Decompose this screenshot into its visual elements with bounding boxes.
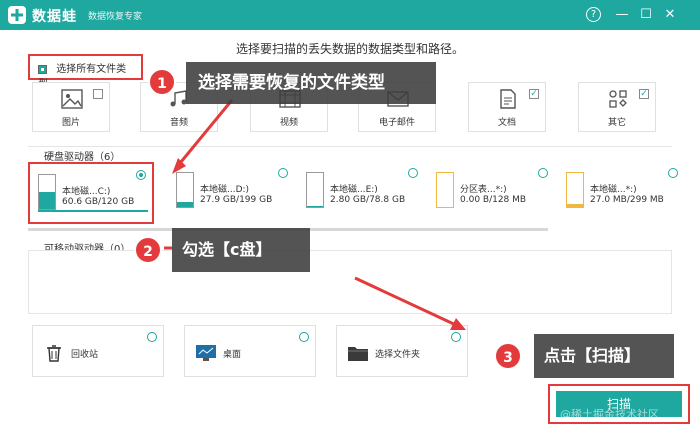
- folder-icon: [348, 347, 368, 361]
- file-type-card-image[interactable]: 图片: [32, 82, 110, 132]
- location-radio[interactable]: [299, 332, 309, 342]
- file-type-checkbox[interactable]: [93, 89, 103, 99]
- drive-size: 60.6 GB/120 GB: [62, 197, 135, 207]
- image-icon: [61, 89, 83, 109]
- divider: [28, 146, 672, 147]
- removable-drive-list: [28, 250, 672, 314]
- app-name: 数据蛙: [32, 9, 77, 25]
- drive-radio[interactable]: [408, 168, 418, 178]
- desktop-icon: [196, 345, 216, 361]
- step2-badge: 2: [134, 236, 162, 264]
- close-button[interactable]: ✕: [660, 5, 680, 25]
- drive-size: 0.00 B/128 MB: [460, 195, 527, 205]
- file-type-card-document[interactable]: 文档 ✓: [468, 82, 546, 132]
- file-type-label: 音频: [169, 118, 188, 128]
- hdd-section-label: 硬盘驱动器（6）: [44, 152, 121, 163]
- location-label: 桌面: [223, 350, 242, 360]
- step3-badge: 3: [494, 342, 522, 370]
- select-all-file-types[interactable]: 选择所有文件类型: [28, 54, 143, 90]
- step1-badge: 1: [148, 68, 176, 96]
- location-desktop[interactable]: 桌面: [184, 325, 316, 377]
- drive-name: 本地磁...E:): [330, 185, 378, 195]
- drive-icon: [176, 172, 194, 208]
- drive-d[interactable]: 本地磁...D:) 27.9 GB/199 GB: [168, 162, 294, 224]
- drive-radio[interactable]: [538, 168, 548, 178]
- file-type-label: 图片: [61, 118, 80, 128]
- other-icon: [609, 90, 627, 108]
- file-type-checkbox[interactable]: ✓: [529, 89, 539, 99]
- file-type-label: 电子邮件: [378, 118, 415, 128]
- select-all-checkbox[interactable]: [38, 64, 47, 74]
- drive-icon: [38, 174, 56, 210]
- drive-local-unknown[interactable]: 本地磁...*:) 27.0 MB/299 MB: [558, 162, 684, 224]
- drive-radio[interactable]: [278, 168, 288, 178]
- maximize-button[interactable]: ☐: [636, 5, 656, 25]
- file-type-label: 文档: [497, 118, 516, 128]
- drive-size: 27.0 MB/299 MB: [590, 195, 664, 205]
- title-bar: 数据蛙 数据恢复专家 ? — ☐ ✕: [0, 0, 700, 30]
- location-radio[interactable]: [451, 332, 461, 342]
- document-icon: [500, 89, 516, 109]
- location-select-folder[interactable]: 选择文件夹: [336, 325, 468, 377]
- help-button[interactable]: ?: [586, 7, 601, 22]
- drive-icon: [306, 172, 324, 208]
- location-label: 选择文件夹: [375, 350, 421, 360]
- step1-callout: 选择需要恢复的文件类型: [186, 62, 436, 104]
- drive-size: 2.80 GB/78.8 GB: [330, 195, 406, 205]
- drive-c[interactable]: 本地磁...C:) 60.6 GB/120 GB: [28, 162, 154, 224]
- drive-selected-bar: [38, 210, 148, 212]
- drive-e[interactable]: 本地磁...E:) 2.80 GB/78.8 GB: [298, 162, 424, 224]
- drive-name: 本地磁...D:): [200, 185, 250, 195]
- app-subtitle: 数据恢复专家: [88, 12, 143, 22]
- minimize-button[interactable]: —: [612, 5, 632, 25]
- drive-radio[interactable]: [136, 170, 146, 180]
- location-label: 回收站: [71, 350, 99, 360]
- step3-callout: 点击【扫描】: [534, 334, 674, 378]
- file-type-checkbox[interactable]: ✓: [639, 89, 649, 99]
- file-type-card-other[interactable]: 其它 ✓: [578, 82, 656, 132]
- file-type-label: 其它: [607, 118, 626, 128]
- drive-icon: [566, 172, 584, 208]
- frog-logo-icon: [8, 6, 26, 24]
- drive-partition-table[interactable]: 分区表...*:) 0.00 B/128 MB: [428, 162, 554, 224]
- recycle-bin-icon: [47, 345, 61, 362]
- location-radio[interactable]: [147, 332, 157, 342]
- file-type-label: 视频: [279, 118, 298, 128]
- drive-name: 本地磁...C:): [62, 187, 111, 197]
- watermark: @稀土掘金技术社区: [560, 408, 659, 421]
- drive-size: 27.9 GB/199 GB: [200, 195, 273, 205]
- drive-radio[interactable]: [668, 168, 678, 178]
- drive-name: 分区表...*:): [460, 185, 507, 195]
- drive-name: 本地磁...*:): [590, 185, 637, 195]
- step2-callout: 勾选【c盘】: [172, 228, 310, 272]
- location-recycle-bin[interactable]: 回收站: [32, 325, 164, 377]
- drive-icon: [436, 172, 454, 208]
